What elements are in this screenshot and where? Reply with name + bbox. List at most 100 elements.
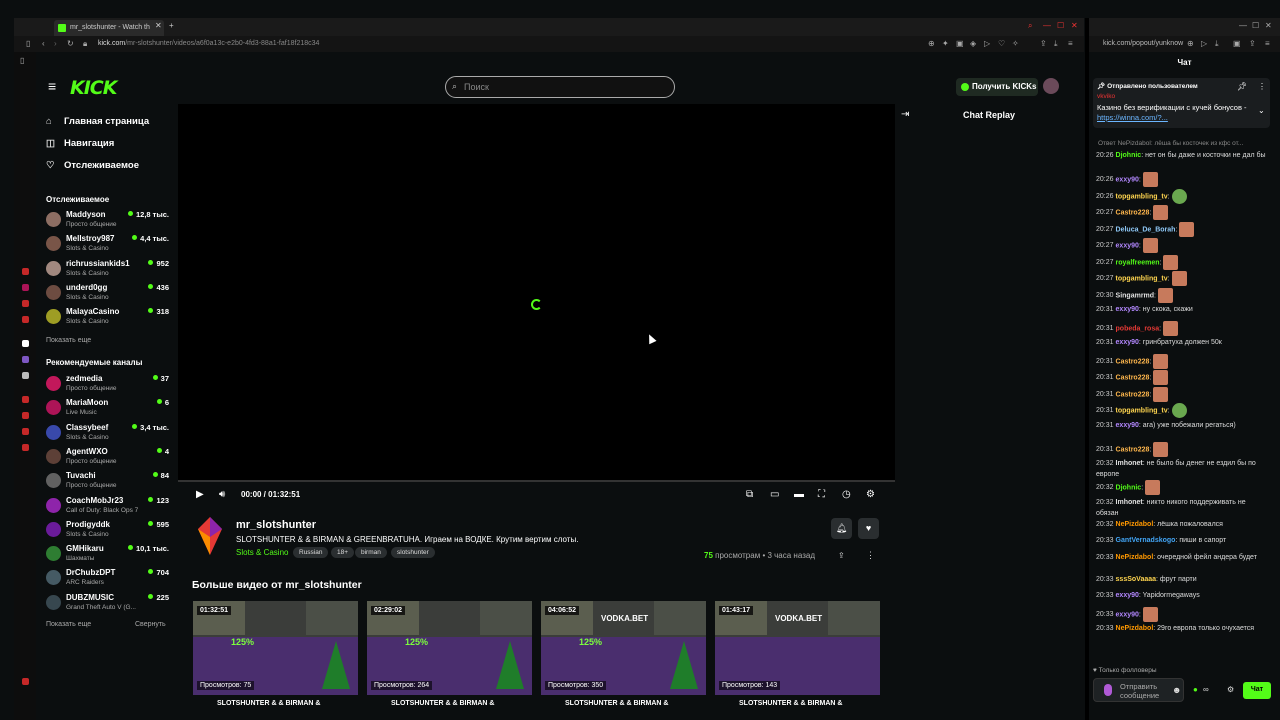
play-icon[interactable]: ▶	[196, 489, 204, 500]
video-card-title[interactable]: SLOTSHUNTER & & BIRMAN &	[391, 700, 541, 707]
extension-icon[interactable]: ▣	[1233, 39, 1241, 48]
sidebar-channel[interactable]: AgentWXO Просто общение 4	[46, 447, 169, 471]
nav-following[interactable]: ♡ Отслеживаемое	[46, 160, 139, 171]
settings-icon[interactable]	[22, 678, 29, 685]
sidebar-channel[interactable]: underd0gg Slots & Casino 436	[46, 283, 169, 307]
sidebar-channel[interactable]: richrussiankids1 Slots & Casino 952	[46, 259, 169, 283]
message-username[interactable]: NePizdabol	[1116, 625, 1154, 632]
settings-icon[interactable]: ⚙	[1227, 685, 1234, 694]
chat-message[interactable]: 20:26 topgambling_tv:	[1096, 188, 1266, 204]
download-icon[interactable]: ⤓	[1215, 39, 1219, 49]
sidebar-channel[interactable]: DrChubzDPT ARC Raiders 704	[46, 568, 169, 592]
message-username[interactable]: Castro228	[1116, 446, 1150, 453]
progress-bar[interactable]	[178, 480, 895, 482]
emoji-icon[interactable]: ☻	[1172, 685, 1181, 695]
video-thumbnail[interactable]: VODKA.BET 01:43:17 Просмотров: 143	[715, 601, 880, 695]
message-username[interactable]: royalfreemen	[1116, 259, 1160, 266]
sidebar-channel[interactable]: Prodigyddk Slots & Casino 595	[46, 520, 169, 544]
more-options-icon[interactable]: ⋮	[1258, 82, 1266, 91]
close-window-icon[interactable]: ✕	[1265, 21, 1272, 30]
sidebar-app-icon[interactable]	[22, 412, 29, 419]
sidebar-channel[interactable]: Mellstroy987 Slots & Casino 4,4 тыс.	[46, 234, 169, 258]
sidebar-channel[interactable]: GMHikaru Шахматы 10,1 тыс.	[46, 544, 169, 568]
tag[interactable]: birman	[355, 547, 387, 558]
message-username[interactable]: Castro228	[1116, 374, 1150, 381]
message-username[interactable]: Djohnic	[1116, 484, 1142, 491]
message-username[interactable]: exxy90	[1116, 339, 1139, 346]
message-username[interactable]: topgambling_tv	[1116, 407, 1168, 414]
chat-message[interactable]: 20:33 sssSoVaaaa: фрут парти	[1096, 574, 1266, 585]
chat-message[interactable]: 20:33 NePizdabol: очередной фейл андера б…	[1096, 552, 1266, 563]
share-icon[interactable]: ⇪	[1040, 39, 1047, 48]
new-tab-icon[interactable]: +	[169, 21, 174, 30]
show-more-following[interactable]: Показать еще	[46, 337, 91, 344]
chat-message[interactable]: 20:31 Castro228:	[1096, 370, 1266, 385]
nav-home[interactable]: ⌂ Главная страница	[46, 116, 149, 127]
chat-message[interactable]: 20:30 Singamrmd:	[1096, 287, 1266, 303]
sidebar-channel[interactable]: MariaMoon Live Music 6	[46, 398, 169, 422]
message-username[interactable]: pobeda_rosa	[1116, 325, 1160, 332]
channel-name[interactable]: mr_slotshunter	[236, 519, 316, 531]
chat-message[interactable]: 20:32 NePizdabol: лёшка пожаловался	[1096, 519, 1266, 530]
chat-message[interactable]: 20:31 exxy90: ну скока, скажи	[1096, 304, 1266, 315]
x-icon[interactable]	[22, 372, 29, 379]
maximize-icon[interactable]: ☐	[1252, 21, 1259, 30]
shield-icon[interactable]: ◈	[970, 39, 976, 48]
chat-message[interactable]: 20:26 Djohnic: нет он бы даже и косточки …	[1096, 150, 1266, 161]
play-ext-icon[interactable]: ▷	[1201, 39, 1207, 48]
chat-message[interactable]: 20:31 pobeda_rosa:	[1096, 320, 1266, 336]
user-avatar[interactable]	[1043, 78, 1059, 94]
follow-heart-icon[interactable]: ♥	[858, 518, 879, 539]
collapse-chat-icon[interactable]: ⇥	[901, 109, 909, 120]
chat-message[interactable]: 20:33 exxy90:	[1096, 606, 1266, 622]
tag[interactable]: 18+	[331, 547, 355, 558]
video-thumbnail[interactable]: 125% 01:32:51 Просмотров: 75	[193, 601, 358, 695]
back-icon[interactable]: ‹	[42, 39, 45, 48]
files-icon[interactable]: ▯	[20, 56, 24, 65]
sidebar-app-icon[interactable]	[22, 396, 29, 403]
message-username[interactable]: Castro228	[1116, 358, 1150, 365]
share-icon[interactable]: ⇪	[1249, 39, 1256, 48]
video-card-title[interactable]: SLOTSHUNTER & & BIRMAN &	[565, 700, 715, 707]
speed-icon[interactable]: ◷	[842, 489, 851, 500]
more-options-icon[interactable]: ⋮	[866, 550, 875, 561]
send-chat-button[interactable]: Чат	[1243, 682, 1271, 699]
sidebar-app-icon[interactable]	[22, 268, 29, 275]
message-username[interactable]: exxy90	[1116, 306, 1139, 313]
tag[interactable]: slotshunter	[391, 547, 435, 558]
message-username[interactable]: GantVernadskogo	[1116, 537, 1176, 544]
get-kicks-button[interactable]: Получить KICKs	[956, 78, 1038, 96]
message-username[interactable]: topgambling_tv	[1116, 275, 1168, 282]
browser-tab[interactable]: mr_slotshunter - Watch th	[54, 20, 164, 36]
chat-message[interactable]: 20:32 Imhonet: никто никого поддерживать …	[1096, 497, 1266, 519]
search-icon[interactable]: ⌕	[1028, 21, 1032, 31]
extension-icon[interactable]: ▣	[956, 39, 964, 48]
sidebar-app-icon[interactable]	[22, 340, 29, 347]
zoom-icon[interactable]: ⊕	[1187, 39, 1194, 48]
fullscreen-icon[interactable]: ⛶	[818, 489, 825, 500]
chat-message[interactable]: 20:33 GantVernadskogo: пиши в сапорт	[1096, 535, 1266, 546]
chat-message[interactable]: 20:32 Djohnic:	[1096, 480, 1266, 495]
pinned-user[interactable]: vkviko	[1097, 93, 1115, 100]
message-username[interactable]: exxy90	[1116, 176, 1139, 183]
sidebar-app-icon[interactable]	[22, 300, 29, 307]
video-card-title[interactable]: SLOTSHUNTER & & BIRMAN &	[739, 700, 889, 707]
channel-avatar[interactable]	[198, 517, 222, 555]
sidebar-app-icon[interactable]	[22, 316, 29, 323]
share-icon[interactable]: ⇪	[838, 551, 845, 560]
chat-message[interactable]: 20:27 Castro228:	[1096, 205, 1266, 220]
theater-icon[interactable]: ▬	[794, 489, 804, 500]
message-username[interactable]: Imhonet	[1116, 460, 1143, 467]
address-bar[interactable]: ▯ ‹ › ↻ 🔒︎ kick.com/mr-slotshunter/video…	[14, 36, 1084, 52]
message-username[interactable]: NePizdabol	[1116, 554, 1154, 561]
message-username[interactable]: Deluca_De_Borah	[1116, 226, 1176, 233]
video-thumbnail[interactable]: 125% 02:29:02 Просмотров: 264	[367, 601, 532, 695]
play-ext-icon[interactable]: ▷	[984, 39, 990, 48]
heart-icon[interactable]: ♡	[998, 39, 1005, 48]
message-username[interactable]: exxy90	[1116, 422, 1139, 429]
bookmark-icon[interactable]: ✦	[942, 39, 949, 48]
popup-url[interactable]: kick.com/popout/yunknow ⊕ ▷ ⤓ ▣ ⇪ ≡	[1089, 36, 1280, 52]
kick-logo[interactable]: KICK	[70, 77, 117, 99]
minimize-icon[interactable]: —	[1043, 21, 1051, 30]
sidebar-channel[interactable]: Classybeef Slots & Casino 3,4 тыс.	[46, 423, 169, 447]
